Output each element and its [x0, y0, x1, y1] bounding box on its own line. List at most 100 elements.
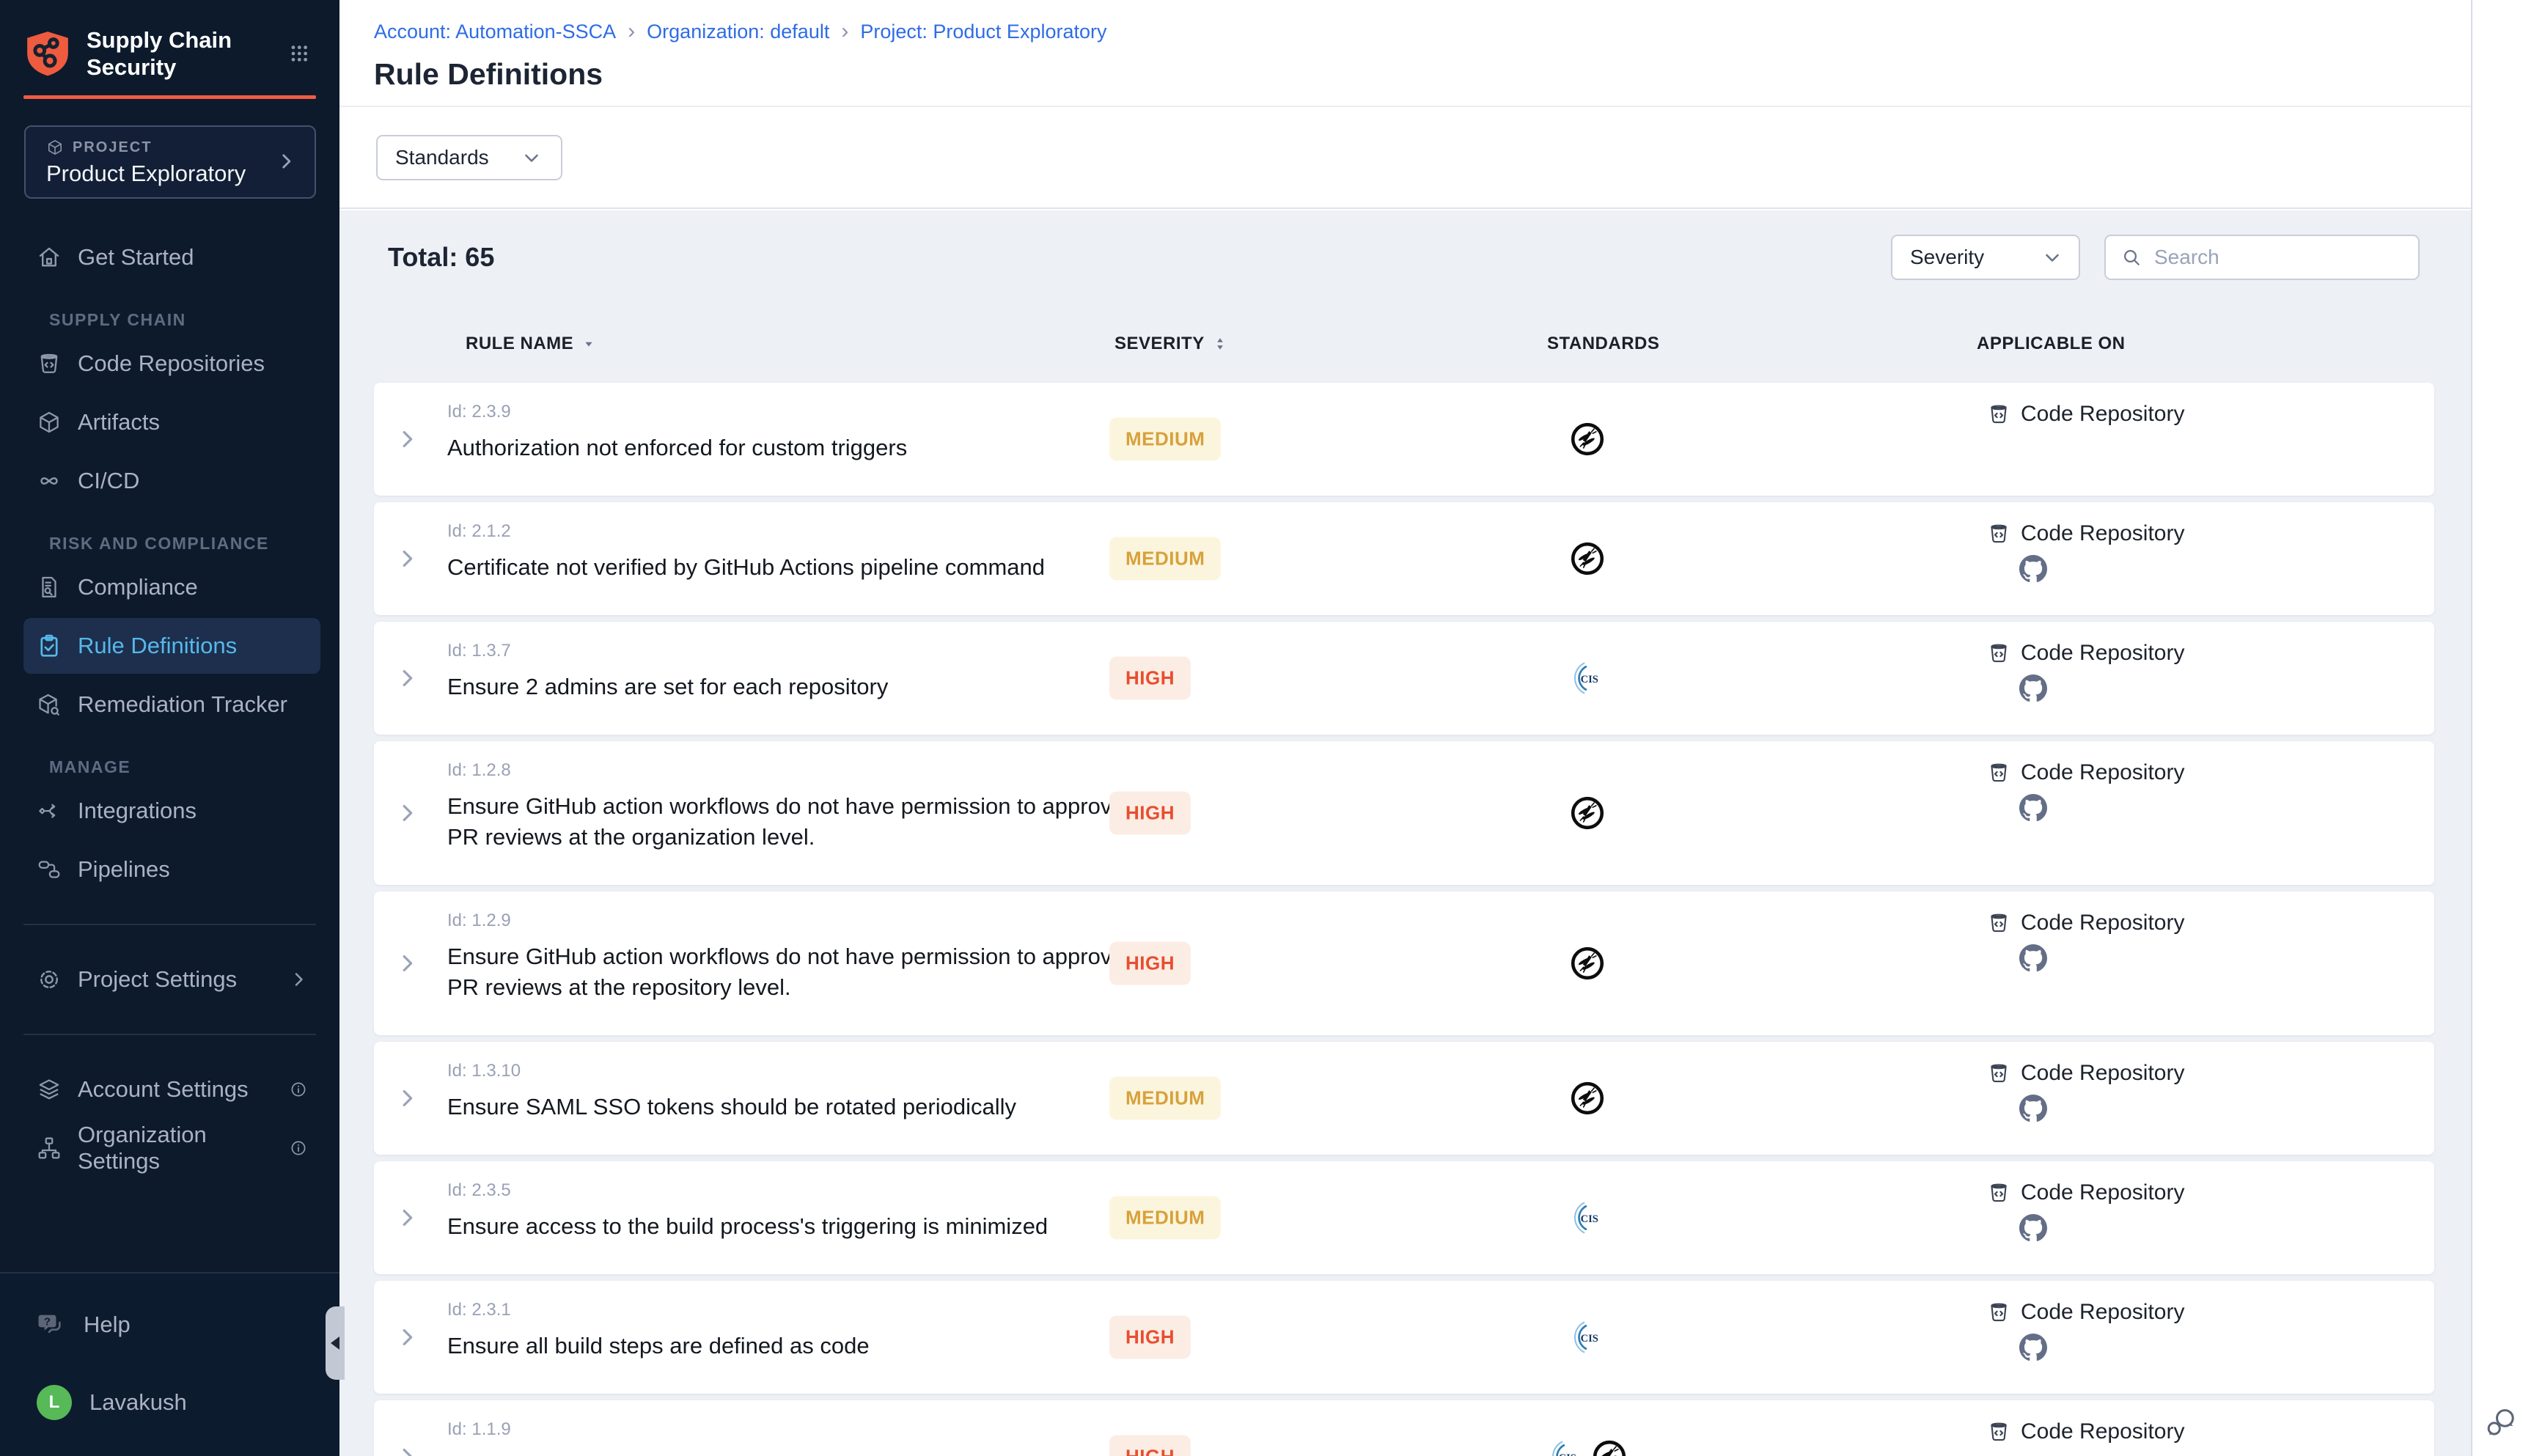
rule-name: Ensure GitHub action workflows do not ha…	[447, 941, 1151, 1003]
standards-dropdown[interactable]: Standards	[376, 135, 562, 180]
avatar: L	[37, 1385, 72, 1420]
table-row[interactable]: Id: 2.3.5 Ensure access to the build pro…	[374, 1161, 2434, 1274]
github-icon	[2019, 1334, 2047, 1361]
sidebar-nav: Get Started SUPPLY CHAIN Code Repositori…	[0, 229, 339, 1176]
brand-header: Supply Chain Security	[23, 26, 310, 81]
sort-both-icon[interactable]	[1212, 336, 1228, 352]
project-selector[interactable]: PROJECT Product Exploratory	[24, 125, 316, 199]
severity-filter-dropdown[interactable]: Severity	[1891, 235, 2080, 280]
table-row[interactable]: Id: 2.1.2 Certificate not verified by Gi…	[374, 502, 2434, 615]
table-row[interactable]: Id: 1.3.7 Ensure 2 admins are set for ea…	[374, 622, 2434, 735]
code-repository-icon	[1987, 1301, 2010, 1324]
total-count: Total: 65	[388, 242, 494, 273]
column-severity[interactable]: SEVERITY	[1114, 334, 1228, 354]
chat-bubbles-icon[interactable]	[2483, 1405, 2521, 1443]
main-area: Account: Automation-SSCA › Organization:…	[339, 0, 2534, 1456]
rule-id: Id: 2.3.9	[447, 402, 1151, 422]
app-switcher-grid-icon[interactable]	[289, 40, 310, 67]
box-wrench-icon	[37, 692, 62, 717]
breadcrumb-separator: ›	[841, 19, 848, 44]
chevron-down-icon	[523, 149, 540, 166]
severity-badge: HIGH	[1109, 942, 1191, 985]
org-chart-icon	[37, 1136, 62, 1161]
column-rule-name[interactable]: RULE NAME	[466, 334, 597, 354]
collapse-left-arrow-icon	[331, 1336, 339, 1350]
owasp-icon	[1591, 1438, 1628, 1456]
table-row[interactable]: Id: 1.1.9 HIGH Code Repository	[374, 1400, 2434, 1456]
info-icon[interactable]	[290, 1139, 307, 1157]
standards-dropdown-label: Standards	[395, 146, 489, 169]
owasp-icon	[1569, 795, 1606, 831]
chevron-down-icon	[2043, 249, 2061, 266]
help-label: Help	[84, 1312, 131, 1338]
project-cube-icon	[46, 139, 64, 156]
user-menu[interactable]: L Lavakush	[37, 1376, 320, 1429]
rule-name: Ensure access to the build process's tri…	[447, 1211, 1151, 1242]
help-button[interactable]: Help	[37, 1298, 320, 1351]
sidebar-item-remediation-tracker[interactable]: Remediation Tracker	[23, 677, 320, 732]
sidebar-item-pipelines[interactable]: Pipelines	[23, 842, 320, 897]
breadcrumb-project-link[interactable]: Project: Product Exploratory	[860, 21, 1106, 43]
table-row[interactable]: Id: 2.3.1 Ensure all build steps are def…	[374, 1281, 2434, 1394]
home-icon	[37, 245, 62, 270]
applicable-on-label: Code Repository	[2021, 1061, 2184, 1086]
expand-chevron-icon[interactable]	[396, 802, 418, 824]
scrollbar-gutter[interactable]	[2471, 0, 2534, 1456]
sidebar-item-account-settings[interactable]: Account Settings	[23, 1062, 320, 1117]
rule-id: Id: 1.3.7	[447, 641, 1151, 661]
sidebar-item-label: Project Settings	[78, 966, 237, 993]
table-row[interactable]: Id: 1.2.9 Ensure GitHub action workflows…	[374, 891, 2434, 1035]
sidebar-item-integrations[interactable]: Integrations	[23, 783, 320, 839]
project-label: PROJECT	[73, 139, 152, 156]
applicable-on-label: Code Repository	[2021, 641, 2184, 666]
rules-content: Total: 65 Severity RULE NAME SEVERITY	[339, 210, 2471, 1456]
breadcrumb-account-link[interactable]: Account: Automation-SSCA	[374, 21, 616, 43]
sidebar-item-label: Artifacts	[78, 409, 160, 435]
github-icon	[2019, 555, 2047, 583]
sidebar-item-rule-definitions[interactable]: Rule Definitions	[23, 618, 320, 674]
sidebar-item-code-repositories[interactable]: Code Repositories	[23, 336, 320, 391]
rule-id: Id: 2.1.2	[447, 521, 1151, 542]
breadcrumb-organization-link[interactable]: Organization: default	[647, 21, 829, 43]
project-name: Product Exploratory	[46, 161, 315, 187]
document-search-icon	[37, 575, 62, 600]
info-icon[interactable]	[290, 1081, 307, 1098]
clipboard-check-icon	[37, 633, 62, 658]
breadcrumb-separator: ›	[628, 19, 635, 44]
integrations-branch-icon	[37, 798, 62, 823]
expand-chevron-icon[interactable]	[396, 1207, 418, 1229]
sidebar-item-project-settings[interactable]: Project Settings	[23, 952, 320, 1007]
expand-chevron-icon[interactable]	[396, 428, 418, 450]
table-row[interactable]: Id: 1.3.10 Ensure SAML SSO tokens should…	[374, 1042, 2434, 1155]
expand-chevron-icon[interactable]	[396, 952, 418, 974]
search-input[interactable]	[2154, 246, 2403, 269]
column-label: APPLICABLE ON	[1977, 334, 2126, 354]
code-repository-icon	[1987, 761, 2010, 784]
rule-name: Ensure all build steps are defined as co…	[447, 1331, 1151, 1361]
expand-chevron-icon[interactable]	[396, 1446, 418, 1456]
sidebar-item-label: Remediation Tracker	[78, 691, 287, 718]
github-icon	[2019, 944, 2047, 972]
sidebar-item-label: Get Started	[78, 244, 194, 271]
sidebar-item-get-started[interactable]: Get Started	[23, 229, 320, 285]
sidebar-collapse-handle[interactable]	[326, 1306, 345, 1380]
expand-chevron-icon[interactable]	[396, 1087, 418, 1109]
rules-table: Id: 2.3.9 Authorization not enforced for…	[374, 383, 2434, 1456]
table-toolbar: Total: 65 Severity	[339, 235, 2471, 280]
table-row[interactable]: Id: 2.3.9 Authorization not enforced for…	[374, 383, 2434, 496]
sort-descending-icon[interactable]	[581, 336, 597, 352]
sidebar-item-cicd[interactable]: CI/CD	[23, 453, 320, 509]
sidebar-item-artifacts[interactable]: Artifacts	[23, 394, 320, 450]
cis-icon	[1569, 660, 1606, 696]
rule-name: Ensure 2 admins are set for each reposit…	[447, 672, 1151, 702]
expand-chevron-icon[interactable]	[396, 548, 418, 570]
sidebar-item-organization-settings[interactable]: Organization Settings	[23, 1120, 320, 1176]
owasp-icon	[1569, 1080, 1606, 1117]
table-row[interactable]: Id: 1.2.8 Ensure GitHub action workflows…	[374, 741, 2434, 885]
pipeline-nodes-icon	[37, 857, 62, 882]
expand-chevron-icon[interactable]	[396, 667, 418, 689]
sidebar-item-compliance[interactable]: Compliance	[23, 559, 320, 615]
column-label: STANDARDS	[1547, 334, 1659, 354]
column-standards: STANDARDS	[1547, 334, 1659, 354]
expand-chevron-icon[interactable]	[396, 1326, 418, 1348]
